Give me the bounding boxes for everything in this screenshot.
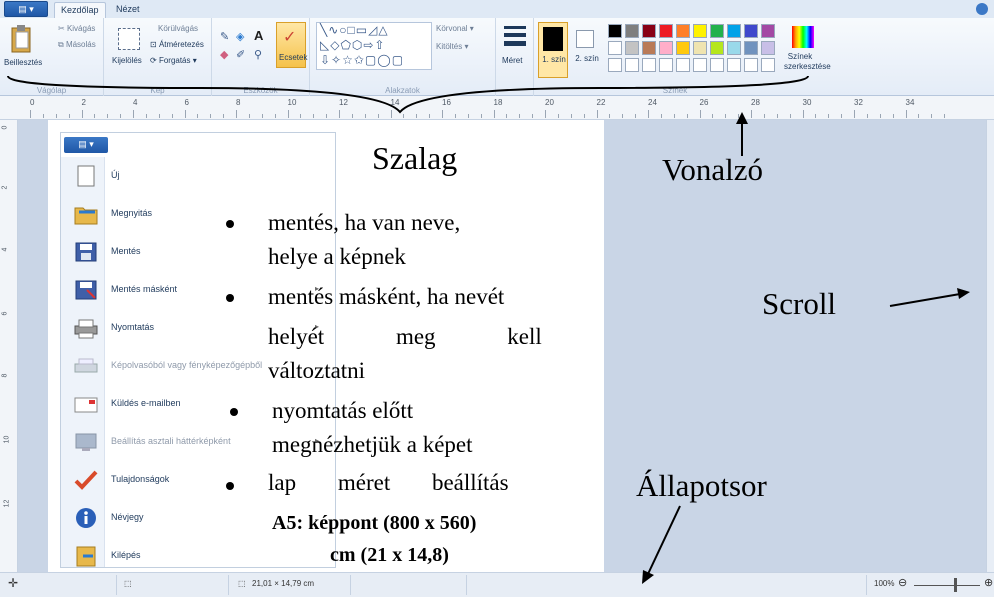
annotation-ribbon: Szalag (372, 140, 458, 176)
annotation-statusbar: Állapotsor (636, 468, 767, 503)
bullet-2-line-1: mentés másként, ha nevét (268, 284, 505, 309)
bullet-4-line-3: cm (21 x 14,8) (330, 544, 449, 566)
bullet-dot (226, 220, 234, 228)
bullet-dot (226, 294, 234, 302)
scroll-arrow (889, 293, 961, 307)
bullet-1-line-1: mentés, ha van neve, (268, 210, 461, 235)
bullet-dot (230, 408, 238, 416)
annotation-ruler: Vonalzó (662, 152, 764, 187)
bullet-4-line-1: lap méret beállítás (268, 470, 509, 495)
annotation-scroll: Scroll (762, 286, 837, 321)
scroll-arrowhead (957, 288, 970, 299)
bullet-3-line-2: megnézhetjük a képet (272, 432, 473, 457)
bullet-2-line-2: helyét meg kell (268, 324, 542, 349)
bullet-4-line-2: A5: képpont (800 x 560) (272, 512, 477, 534)
bullet-3-line-1: nyomtatás előtt (272, 398, 414, 423)
ruler-arrowhead (736, 112, 748, 124)
statusbar-arrow (647, 505, 681, 575)
ribbon-brace (7, 75, 809, 114)
bullet-dot (226, 482, 234, 490)
bullet-2-line-3: változtatni (268, 358, 366, 383)
bullet-1-line-2: helye a képnek (268, 244, 406, 269)
